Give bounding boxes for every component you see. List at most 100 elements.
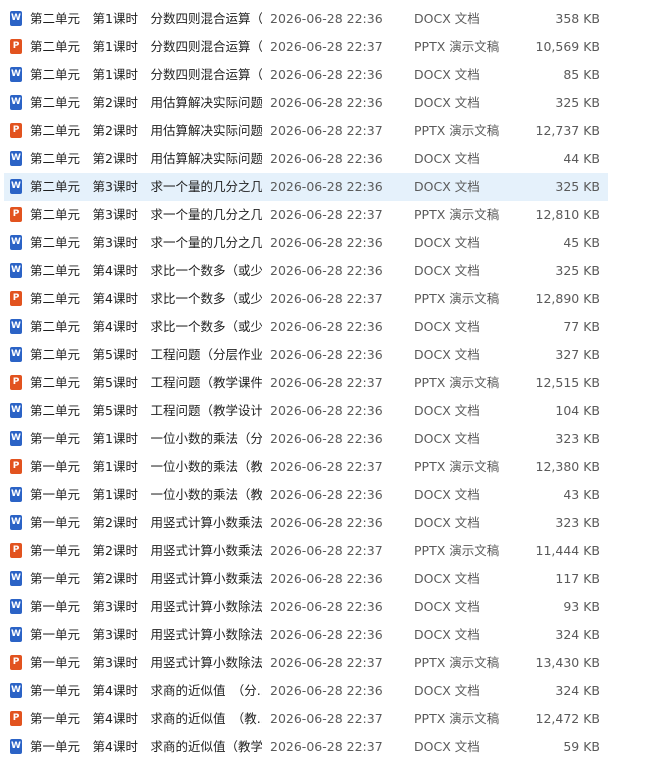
file-row[interactable]: W 第一单元 第1课时 一位小数的乘法（分... 2026-06-28 22:36 D… [4, 425, 608, 453]
file-size: 10,569 KB [535, 39, 600, 54]
powerpoint-icon: P [10, 543, 22, 558]
file-name: 第一单元 第3课时 用竖式计算小数除法... [30, 599, 262, 614]
file-name: 第二单元 第3课时 求一个量的几分之几... [30, 207, 262, 222]
word-icon: W [10, 431, 22, 446]
powerpoint-icon: P [10, 123, 22, 138]
word-icon: W [10, 11, 22, 26]
file-row[interactable]: W 第二单元 第4课时 求比一个数多（或少... 2026-06-28 22:36 D… [4, 313, 608, 341]
file-row[interactable]: W 第二单元 第5课时 工程问题（分层作业... 2026-06-28 22:36 D… [4, 341, 608, 369]
file-name: 第一单元 第1课时 一位小数的乘法（分... [30, 431, 262, 446]
file-size: 325 KB [555, 95, 600, 110]
file-modified-date: 2026-06-28 22:36 [270, 599, 383, 614]
file-size: 43 KB [563, 487, 600, 502]
file-modified-date: 2026-06-28 22:37 [270, 739, 383, 754]
file-size: 59 KB [563, 739, 600, 754]
file-size: 325 KB [555, 263, 600, 278]
file-row[interactable]: W 第一单元 第2课时 用竖式计算小数乘法... 2026-06-28 22:36 D… [4, 565, 608, 593]
file-size: 117 KB [555, 571, 600, 586]
file-row[interactable]: P 第二单元 第4课时 求比一个数多（或少... 2026-06-28 22:37 P… [4, 285, 608, 313]
file-row[interactable]: P 第二单元 第3课时 求一个量的几分之几... 2026-06-28 22:37 P… [4, 201, 608, 229]
file-name: 第一单元 第4课时 求商的近似值 （分... [30, 683, 262, 698]
file-size: 45 KB [563, 235, 600, 250]
file-size: 12,515 KB [535, 375, 600, 390]
file-name: 第二单元 第2课时 用估算解决实际问题... [30, 151, 262, 166]
file-modified-date: 2026-06-28 22:37 [270, 207, 383, 222]
file-name: 第一单元 第1课时 一位小数的乘法（教... [30, 459, 262, 474]
file-modified-date: 2026-06-28 22:36 [270, 683, 383, 698]
powerpoint-icon: P [10, 291, 22, 306]
file-row[interactable]: W 第一单元 第3课时 用竖式计算小数除法... 2026-06-28 22:36 D… [4, 593, 608, 621]
file-row[interactable]: W 第二单元 第1课时 分数四则混合运算（... 2026-06-28 22:36 D… [4, 5, 608, 33]
file-size: 325 KB [555, 179, 600, 194]
file-row[interactable]: P 第一单元 第2课时 用竖式计算小数乘法... 2026-06-28 22:37 P… [4, 537, 608, 565]
file-row[interactable]: W 第二单元 第3课时 求一个量的几分之几... 2026-06-28 22:36 D… [4, 173, 608, 201]
file-modified-date: 2026-06-28 22:37 [270, 375, 383, 390]
word-icon: W [10, 599, 22, 614]
powerpoint-icon: P [10, 207, 22, 222]
powerpoint-icon: P [10, 39, 22, 54]
file-row[interactable]: W 第一单元 第3课时 用竖式计算小数除法... 2026-06-28 22:36 D… [4, 621, 608, 649]
file-modified-date: 2026-06-28 22:37 [270, 459, 383, 474]
file-name: 第一单元 第4课时 求商的近似值 （教... [30, 711, 262, 726]
powerpoint-icon: P [10, 459, 22, 474]
file-modified-date: 2026-06-28 22:36 [270, 235, 383, 250]
file-name: 第二单元 第5课时 工程问题（教学课件... [30, 375, 262, 390]
file-name: 第二单元 第1课时 分数四则混合运算（... [30, 67, 262, 82]
file-name: 第二单元 第1课时 分数四则混合运算（... [30, 39, 262, 54]
file-row[interactable]: P 第二单元 第5课时 工程问题（教学课件... 2026-06-28 22:37 P… [4, 369, 608, 397]
file-row[interactable]: P 第二单元 第1课时 分数四则混合运算（... 2026-06-28 22:37 P… [4, 33, 608, 61]
file-size: 324 KB [555, 627, 600, 642]
file-size: 324 KB [555, 683, 600, 698]
file-row[interactable]: W 第二单元 第2课时 用估算解决实际问题... 2026-06-28 22:36 D… [4, 89, 608, 117]
file-row[interactable]: W 第一单元 第1课时 一位小数的乘法（教... 2026-06-28 22:36 D… [4, 481, 608, 509]
file-row[interactable]: P 第一单元 第3课时 用竖式计算小数除法... 2026-06-28 22:37 P… [4, 649, 608, 677]
file-row[interactable]: W 第二单元 第4课时 求比一个数多（或少... 2026-06-28 22:36 D… [4, 257, 608, 285]
file-size: 323 KB [555, 515, 600, 530]
file-modified-date: 2026-06-28 22:36 [270, 431, 383, 446]
file-size: 12,890 KB [535, 291, 600, 306]
word-icon: W [10, 95, 22, 110]
file-modified-date: 2026-06-28 22:36 [270, 151, 383, 166]
file-row[interactable]: W 第一单元 第4课时 求商的近似值 （分... 2026-06-28 22:36 D… [4, 677, 608, 705]
file-list: W 第二单元 第1课时 分数四则混合运算（... 2026-06-28 22:36 D… [0, 0, 666, 761]
file-row[interactable]: P 第一单元 第1课时 一位小数的乘法（教... 2026-06-28 22:37 P… [4, 453, 608, 481]
file-modified-date: 2026-06-28 22:37 [270, 123, 383, 138]
file-name: 第二单元 第5课时 工程问题（分层作业... [30, 347, 262, 362]
file-size: 44 KB [563, 151, 600, 166]
word-icon: W [10, 319, 22, 334]
word-icon: W [10, 179, 22, 194]
word-icon: W [10, 515, 22, 530]
file-row[interactable]: W 第二单元 第1课时 分数四则混合运算（... 2026-06-28 22:36 D… [4, 61, 608, 89]
file-modified-date: 2026-06-28 22:36 [270, 347, 383, 362]
file-size: 323 KB [555, 431, 600, 446]
file-modified-date: 2026-06-28 22:36 [270, 179, 383, 194]
file-row[interactable]: W 第二单元 第5课时 工程问题（教学设计... 2026-06-28 22:36 D… [4, 397, 608, 425]
word-icon: W [10, 235, 22, 250]
file-name: 第二单元 第4课时 求比一个数多（或少... [30, 291, 262, 306]
file-name: 第一单元 第3课时 用竖式计算小数除法... [30, 627, 262, 642]
file-modified-date: 2026-06-28 22:36 [270, 571, 383, 586]
file-name: 第一单元 第3课时 用竖式计算小数除法... [30, 655, 262, 670]
file-modified-date: 2026-06-28 22:36 [270, 95, 383, 110]
file-row[interactable]: W 第一单元 第2课时 用竖式计算小数乘法... 2026-06-28 22:36 D… [4, 509, 608, 537]
file-modified-date: 2026-06-28 22:37 [270, 39, 383, 54]
file-row[interactable]: W 第二单元 第2课时 用估算解决实际问题... 2026-06-28 22:36 D… [4, 145, 608, 173]
word-icon: W [10, 487, 22, 502]
file-modified-date: 2026-06-28 22:36 [270, 515, 383, 530]
word-icon: W [10, 347, 22, 362]
file-name: 第一单元 第2课时 用竖式计算小数乘法... [30, 571, 262, 586]
file-modified-date: 2026-06-28 22:36 [270, 11, 383, 26]
file-row[interactable]: W 第一单元 第4课时 求商的近似值（教学... 2026-06-28 22:37 D… [4, 733, 608, 761]
file-row[interactable]: P 第二单元 第2课时 用估算解决实际问题... 2026-06-28 22:37 P… [4, 117, 608, 145]
file-modified-date: 2026-06-28 22:37 [270, 711, 383, 726]
file-row[interactable]: W 第二单元 第3课时 求一个量的几分之几... 2026-06-28 22:36 D… [4, 229, 608, 257]
word-icon: W [10, 263, 22, 278]
file-modified-date: 2026-06-28 22:36 [270, 67, 383, 82]
file-name: 第一单元 第2课时 用竖式计算小数乘法... [30, 543, 262, 558]
file-modified-date: 2026-06-28 22:36 [270, 487, 383, 502]
file-size: 12,737 KB [535, 123, 600, 138]
file-row[interactable]: P 第一单元 第4课时 求商的近似值 （教... 2026-06-28 22:37 P… [4, 705, 608, 733]
file-name: 第二单元 第2课时 用估算解决实际问题... [30, 123, 262, 138]
file-modified-date: 2026-06-28 22:37 [270, 543, 383, 558]
word-icon: W [10, 571, 22, 586]
